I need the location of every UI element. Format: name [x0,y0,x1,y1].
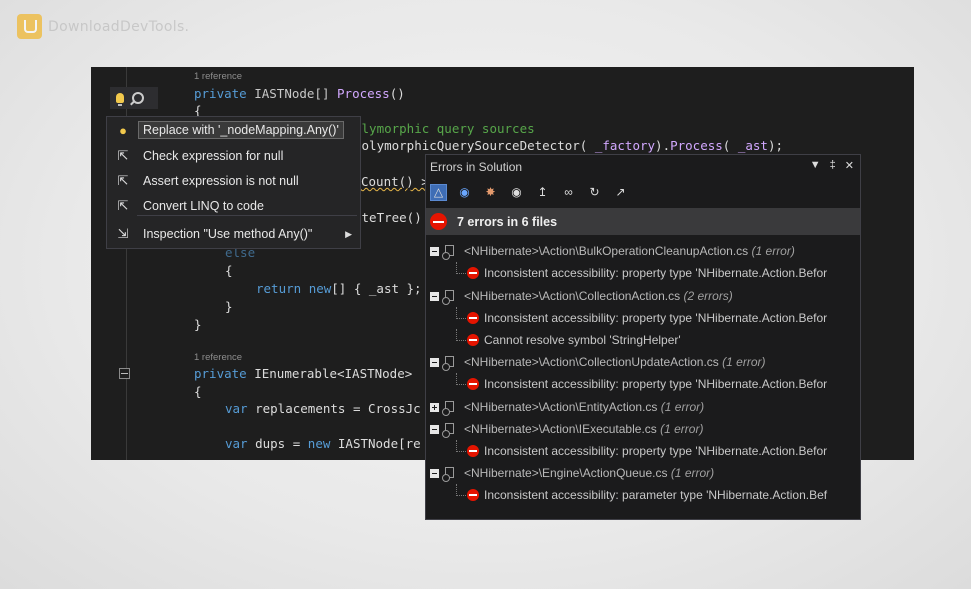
error-icon [467,267,479,279]
expand-icon[interactable] [430,403,439,412]
collapse-icon[interactable] [430,425,439,434]
filter-icon[interactable]: ✸ [482,184,499,201]
error-row[interactable]: Inconsistent accessibility: property typ… [426,373,860,395]
file-row[interactable]: <NHibernate>\Engine\ActionQueue.cs (1 er… [426,462,860,484]
code-line[interactable]: ateTree() [354,210,422,225]
code-line[interactable]: PolymorphicQuerySourceDetector( _factory… [354,138,783,153]
code-line[interactable]: { [225,263,233,278]
csharp-file-icon [442,290,454,305]
code-line[interactable]: return new[] { _ast }; [256,281,422,296]
csharp-file-icon [442,467,454,482]
menu-separator [137,215,357,216]
error-icon [467,489,479,501]
quickfix-item-assert-not-null[interactable]: ⇱ Assert expression is not null [107,169,360,193]
watermark-text: DownloadDevTools. [48,18,190,35]
watermark-logo [17,14,42,39]
error-row[interactable]: Inconsistent accessibility: property typ… [426,307,860,329]
error-row[interactable]: Inconsistent accessibility: property typ… [426,440,860,462]
expand-icon[interactable]: ↥ [534,184,551,201]
hammer-icon: ⇱ [117,173,129,188]
collapse-toggle[interactable] [119,368,130,379]
code-line[interactable]: } [225,299,233,314]
panel-controls: ▼ ‡ ✕ [810,159,854,172]
code-line[interactable]: private IEnumerable<IASTNode> [194,366,412,381]
quickfix-item-check-null[interactable]: ⇱ Check expression for null [107,144,360,168]
code-line[interactable]: } [194,317,202,332]
csharp-file-icon [442,423,454,438]
code-line[interactable]: var replacements = CrossJc [225,401,421,416]
refresh-icon[interactable]: ↻ [586,184,603,201]
quickfix-item-inspection[interactable]: ⇲ Inspection "Use method Any()" ▶ [107,222,360,246]
code-line[interactable]: { [194,384,202,399]
code-line-squiggle[interactable]: Count() > [361,174,429,189]
dropdown-icon[interactable]: ▼ [810,159,821,172]
csharp-file-icon [442,356,454,371]
flask-icon[interactable]: △ [430,183,447,201]
panel-toolbar: △ ◉ ✸ ◉ ↥ ∞ ↻ ↗ [426,179,860,205]
close-icon[interactable]: ✕ [845,159,854,172]
file-row[interactable]: <NHibernate>\Action\CollectionAction.cs … [426,285,860,307]
file-row[interactable]: <NHibernate>\Action\CollectionUpdateActi… [426,351,860,373]
error-row[interactable]: Inconsistent accessibility: property typ… [426,262,860,284]
export-icon[interactable]: ↗ [612,184,629,201]
file-row[interactable]: <NHibernate>\Action\EntityAction.cs (1 e… [426,396,860,418]
submenu-arrow-icon: ▶ [345,228,352,239]
lightbulb-icon: ● [119,122,127,138]
search-icon[interactable] [132,92,144,104]
reference-count-2[interactable]: 1 reference [194,352,242,363]
panel-title: Errors in Solution [430,160,523,174]
collapse-icon[interactable] [430,247,439,256]
link-icon[interactable]: ∞ [560,184,577,201]
csharp-file-icon [442,401,454,416]
reference-count-1[interactable]: 1 reference [194,71,242,82]
collapse-icon[interactable] [430,469,439,478]
collapse-icon[interactable] [430,292,439,301]
hammer-icon: ⇱ [117,198,129,213]
collapse-icon[interactable] [430,358,439,367]
pin-icon[interactable]: ‡ [830,159,836,172]
error-icon [467,445,479,457]
error-row[interactable]: Cannot resolve symbol 'StringHelper' [426,329,860,351]
file-row[interactable]: <NHibernate>\Action\BulkOperationCleanup… [426,240,860,262]
error-icon [467,312,479,324]
code-comment[interactable]: olymorphic query sources [354,121,535,136]
error-row[interactable]: Inconsistent accessibility: parameter ty… [426,484,860,506]
eye-icon[interactable]: ◉ [508,184,525,201]
code-line[interactable]: private IASTNode[] Process() [194,86,405,101]
code-line[interactable]: var dups = new IASTNode[re [225,436,421,451]
quickfix-menu: ● Replace with '_nodeMapping.Any()' ⇱ Ch… [106,116,361,249]
csharp-file-icon [442,245,454,260]
error-icon [430,213,447,230]
lightbulb-icon[interactable] [116,93,124,106]
hammer-icon: ⇱ [117,148,129,163]
errors-summary[interactable]: 7 errors in 6 files [426,208,860,235]
info-icon[interactable]: ◉ [456,184,473,201]
error-icon [467,378,479,390]
quickfix-trigger[interactable] [110,87,158,109]
errors-in-solution-panel: Errors in Solution ▼ ‡ ✕ △ ◉ ✸ ◉ ↥ ∞ ↻ ↗… [425,154,861,520]
wrench-icon: ⇲ [117,226,129,241]
quickfix-item-replace-any[interactable]: ● Replace with '_nodeMapping.Any()' [107,118,360,142]
error-icon [467,334,479,346]
file-row[interactable]: <NHibernate>\Action\IExecutable.cs (1 er… [426,418,860,440]
watermark: DownloadDevTools. [17,14,189,39]
